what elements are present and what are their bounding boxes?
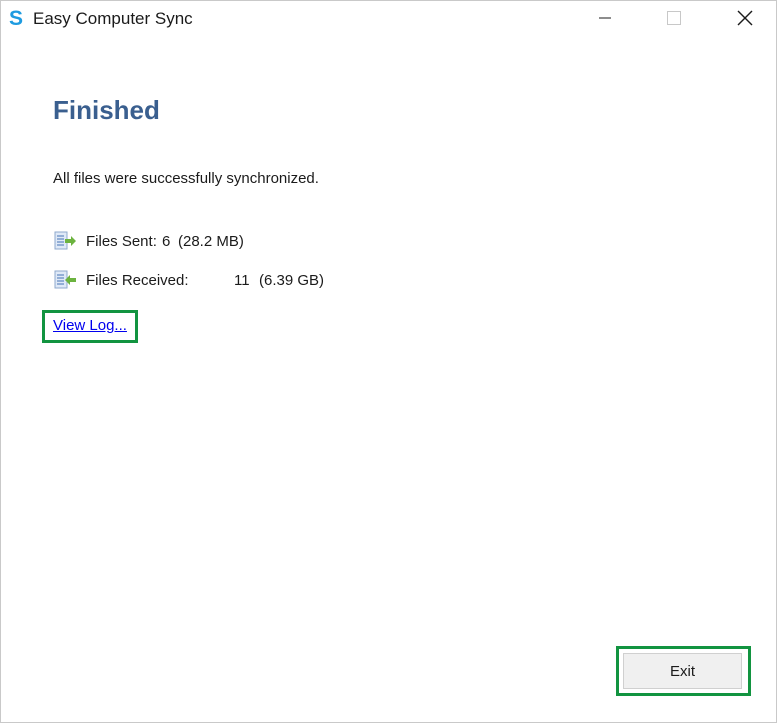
file-receive-icon [54, 270, 76, 289]
minimize-icon [599, 17, 611, 18]
files-received-count: 11 [234, 272, 250, 289]
title-bar: S Easy Computer Sync [1, 1, 776, 36]
app-logo-letter: S [9, 7, 23, 29]
close-icon [737, 10, 753, 25]
files-received-label: Files Received: [86, 272, 189, 289]
exit-highlight: Exit [616, 646, 751, 696]
view-log-link[interactable]: View Log... [53, 317, 127, 334]
files-sent-count: 6 [162, 233, 171, 250]
close-button[interactable] [722, 1, 768, 34]
files-received-size: (6.39 GB) [259, 272, 325, 289]
app-window: S Easy Computer Sync Finished All files … [0, 0, 777, 723]
status-message: All files were successfully synchronized… [53, 170, 319, 187]
maximize-button[interactable] [651, 1, 697, 34]
maximize-icon [667, 10, 681, 25]
exit-button-label: Exit [669, 662, 695, 680]
window-title: Easy Computer Sync [33, 9, 193, 28]
file-send-icon [54, 231, 76, 250]
minimize-button[interactable] [582, 1, 628, 34]
view-log-highlight: View Log... [42, 310, 138, 343]
exit-button[interactable]: Exit [623, 653, 742, 689]
files-sent-size: (28.2 MB) [178, 233, 244, 250]
page-title: Finished [53, 95, 160, 125]
files-sent-label: Files Sent: [86, 233, 157, 250]
app-logo-icon: S [5, 7, 27, 29]
